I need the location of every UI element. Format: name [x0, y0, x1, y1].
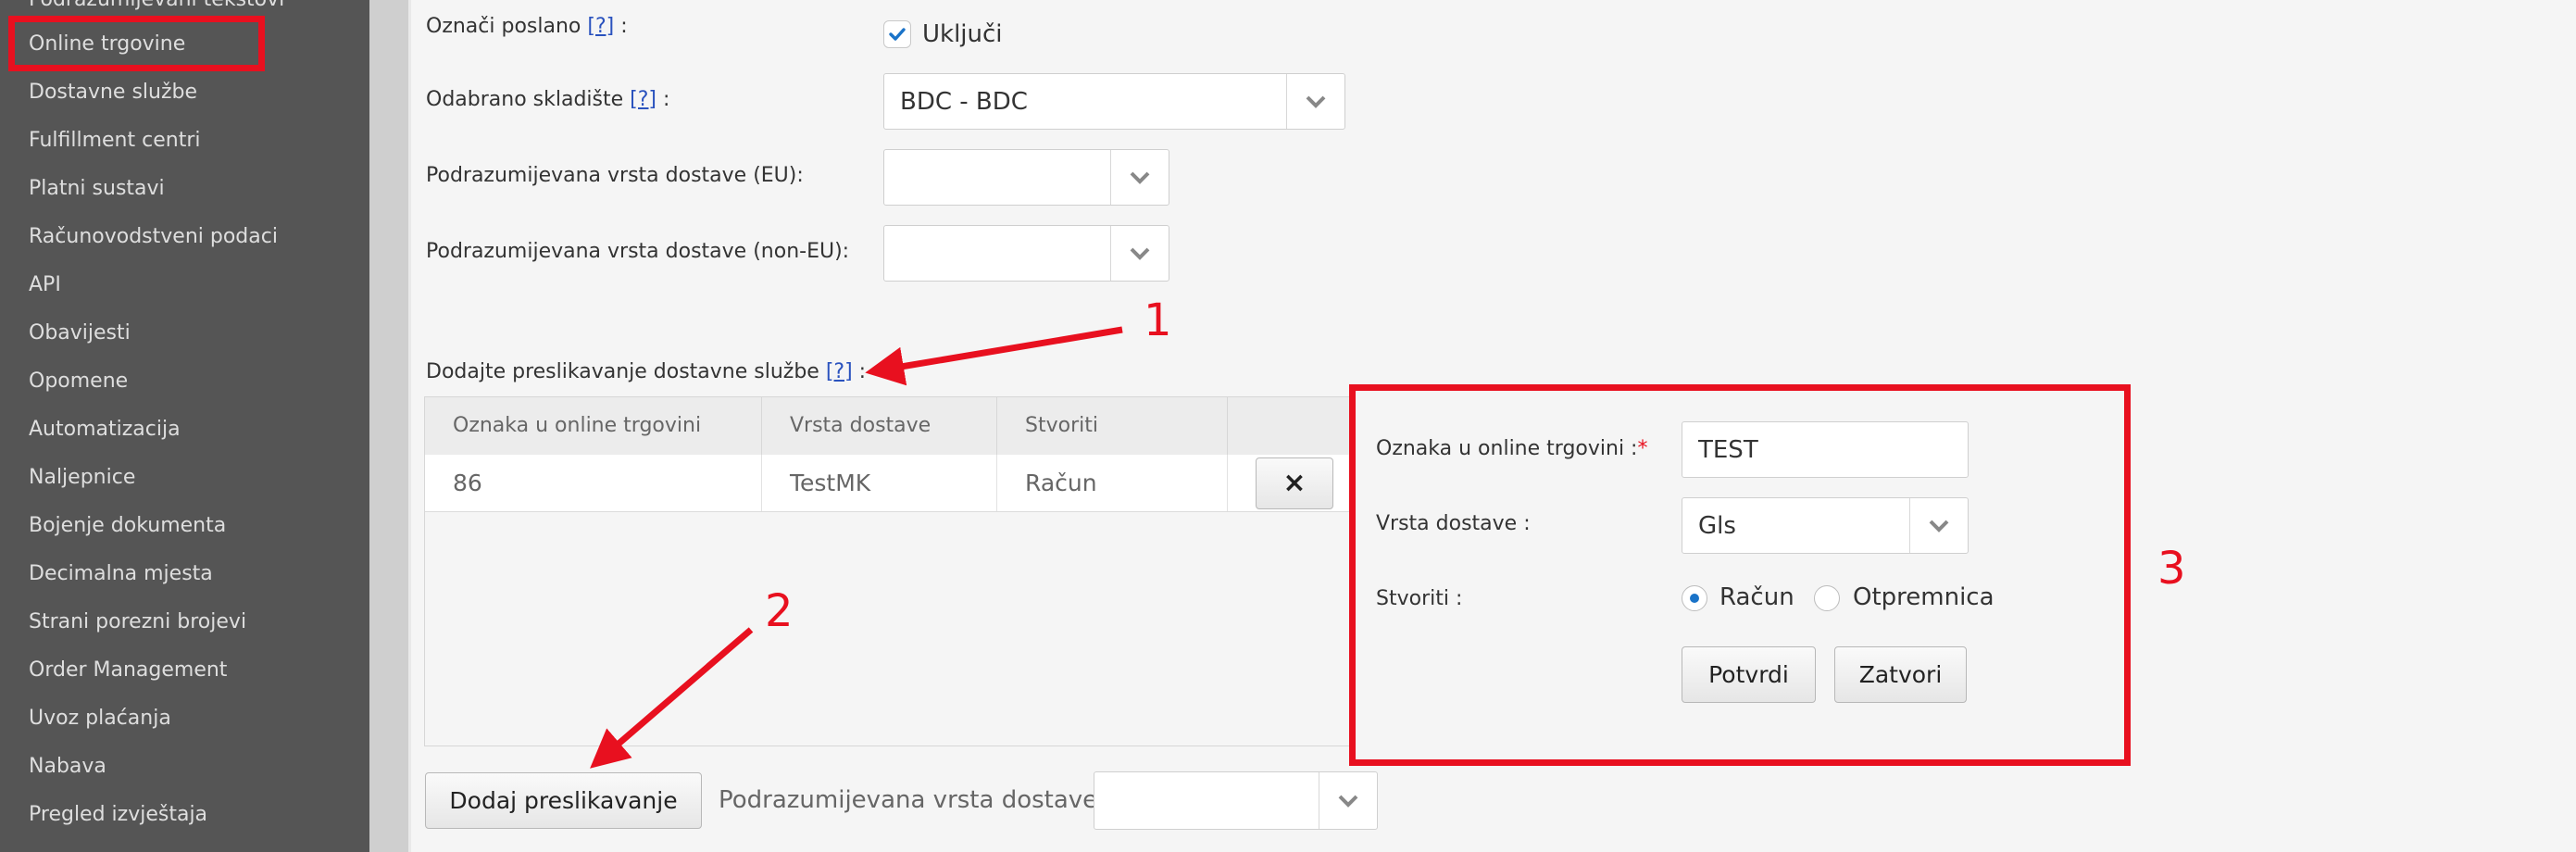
required-mark: *	[1637, 437, 1648, 460]
popup-oznaka-input[interactable]	[1682, 421, 1969, 478]
annotation-number-1: 1	[1144, 294, 1172, 346]
close-button[interactable]: Zatvori	[1834, 646, 1967, 703]
sidebar-item-uvoz-placanja[interactable]: Uvoz plaćanja	[29, 707, 171, 730]
popup-vrsta-dropdown-button[interactable]	[1909, 498, 1968, 553]
radio-otpremnica-label[interactable]: Otpremnica	[1853, 583, 1995, 611]
oznaci-poslano-text: Označi poslano	[426, 15, 581, 38]
sidebar-item-api[interactable]: API	[29, 273, 61, 296]
highlight-box-online-trgovine	[8, 16, 265, 71]
cell-oznaka: 86	[425, 455, 762, 511]
vrsta-dostave-eu-label: Podrazumijevana vrsta dostave (EU):	[426, 164, 804, 187]
close-icon: ×	[1282, 467, 1307, 499]
sidebar-item-naljepnice[interactable]: Naljepnice	[29, 466, 135, 489]
chevron-down-icon	[1130, 171, 1150, 184]
sidebar-item-order-management[interactable]: Order Management	[29, 658, 227, 682]
sidebar-item-racunovodstveni-podaci[interactable]: Računovodstveni podaci	[29, 225, 278, 248]
popup-oznaka-text: Oznaka u online trgovini :	[1376, 437, 1638, 460]
popup-oznaka-field[interactable]	[1682, 422, 1968, 477]
sidebar-item-decimalna-mjesta[interactable]: Decimalna mjesta	[29, 562, 213, 585]
default-vrsta-dostave-dropdown-button[interactable]	[1319, 772, 1377, 829]
vrsta-dostave-non-eu-dropdown-button[interactable]	[1110, 226, 1169, 281]
ukljuci-label: Uključi	[922, 20, 1003, 48]
annotation-number-2: 2	[765, 585, 794, 637]
sidebar-item-nabava[interactable]: Nabava	[29, 755, 106, 778]
label-suffix: :	[657, 88, 670, 111]
sidebar-splitter[interactable]	[369, 0, 409, 852]
sidebar-item-opomene[interactable]: Opomene	[29, 370, 128, 393]
mapping-edit-popup: Oznaka u online trgovini :* Vrsta dostav…	[1349, 384, 2131, 766]
column-header-vrsta-dostave[interactable]: Vrsta dostave	[762, 397, 997, 455]
cell-stvoriti: Račun	[997, 455, 1228, 511]
radio-selected-dot	[1690, 594, 1699, 603]
popup-vrsta-value: Gls	[1698, 511, 1736, 540]
popup-vrsta-select[interactable]: Gls	[1682, 497, 1969, 554]
chevron-down-icon	[1338, 795, 1358, 808]
oznaci-poslano-label: Označi poslano [?] :	[426, 15, 628, 38]
sidebar-item-automatizacija[interactable]: Automatizacija	[29, 418, 181, 441]
label-suffix: :	[614, 15, 628, 38]
checkmark-icon	[889, 28, 906, 41]
radio-racun[interactable]	[1682, 585, 1707, 611]
add-mapping-button[interactable]: Dodaj preslikavanje	[425, 772, 702, 829]
mapping-table: Oznaka u online trgovini Vrsta dostave S…	[424, 396, 1350, 746]
column-header-stvoriti[interactable]: Stvoriti	[997, 397, 1228, 455]
sidebar-item-podrazumijevani-tekstovi[interactable]: Podrazumijevani tekstovi	[29, 0, 284, 11]
help-link-mapping[interactable]: [?]	[826, 360, 853, 383]
sidebar: Podrazumijevani tekstovi Online trgovine…	[0, 0, 369, 852]
sidebar-item-bojenje-dokumenta[interactable]: Bojenje dokumenta	[29, 514, 226, 537]
vrsta-dostave-eu-dropdown-button[interactable]	[1110, 150, 1169, 205]
popup-stvoriti-label: Stvoriti :	[1376, 587, 1463, 610]
popup-vrsta-label: Vrsta dostave :	[1376, 512, 1531, 535]
skladiste-value: BDC - BDC	[900, 87, 1028, 116]
confirm-button[interactable]: Potvrdi	[1682, 646, 1816, 703]
annotation-arrow-1	[865, 326, 1123, 386]
skladiste-dropdown-button[interactable]	[1286, 74, 1344, 129]
help-link-oznaci-poslano[interactable]: [?]	[587, 15, 614, 38]
odabrano-skladiste-text: Odabrano skladište	[426, 88, 624, 111]
chevron-down-icon	[1130, 247, 1150, 260]
mapping-text: Dodajte preslikavanje dostavne službe	[426, 360, 819, 383]
sidebar-item-pregled-izvjestaja[interactable]: Pregled izvještaja	[29, 803, 207, 826]
vrsta-dostave-eu-select[interactable]	[883, 149, 1169, 206]
vrsta-dostave-non-eu-label: Podrazumijevana vrsta dostave (non-EU):	[426, 240, 850, 263]
table-header: Oznaka u online trgovini Vrsta dostave S…	[425, 397, 1349, 456]
column-header-oznaka[interactable]: Oznaka u online trgovini	[425, 397, 762, 455]
label-suffix: :	[852, 360, 867, 383]
popup-oznaka-label: Oznaka u online trgovini :*	[1376, 437, 1647, 460]
content-edge	[408, 0, 411, 852]
cell-vrsta-dostave: TestMK	[762, 455, 997, 511]
help-link-skladiste[interactable]: [?]	[630, 88, 657, 111]
vrsta-dostave-non-eu-select[interactable]	[883, 225, 1169, 282]
sidebar-item-dostavne-sluzbe[interactable]: Dostavne službe	[29, 81, 197, 104]
default-vrsta-dostave-label: Podrazumijevana vrsta dostave :	[719, 786, 1114, 814]
default-vrsta-dostave-select[interactable]	[1094, 771, 1378, 830]
skladiste-select[interactable]: BDC - BDC	[883, 73, 1345, 130]
mapping-label: Dodajte preslikavanje dostavne službe [?…	[426, 360, 866, 383]
table-row[interactable]: 86 TestMK Račun ×	[425, 455, 1349, 512]
annotation-number-3: 3	[2157, 543, 2186, 595]
sidebar-item-strani-porezni-brojevi[interactable]: Strani porezni brojevi	[29, 610, 246, 633]
sidebar-item-platni-sustavi[interactable]: Platni sustavi	[29, 177, 165, 200]
sidebar-item-fulfillment-centri[interactable]: Fulfillment centri	[29, 129, 200, 152]
sidebar-item-obavijesti[interactable]: Obavijesti	[29, 321, 131, 345]
ukljuci-checkbox[interactable]	[883, 20, 911, 48]
delete-row-button[interactable]: ×	[1256, 457, 1333, 509]
odabrano-skladiste-label: Odabrano skladište [?] :	[426, 88, 669, 111]
chevron-down-icon	[1929, 520, 1949, 532]
radio-otpremnica[interactable]	[1814, 585, 1840, 611]
radio-racun-label[interactable]: Račun	[1719, 583, 1794, 611]
chevron-down-icon	[1306, 95, 1326, 108]
